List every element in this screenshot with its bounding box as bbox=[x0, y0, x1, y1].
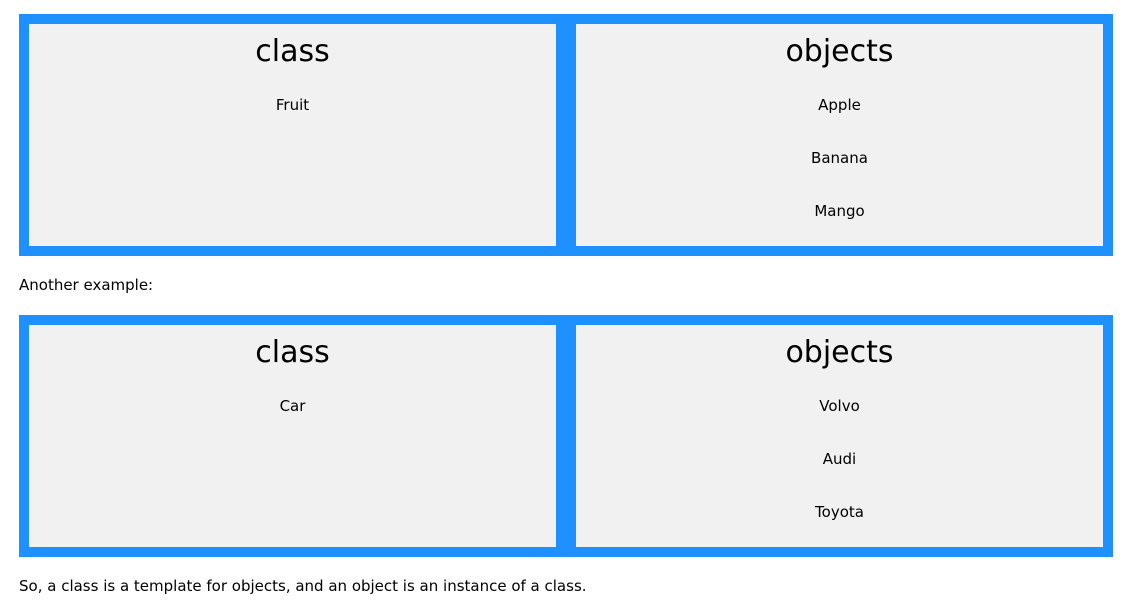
example-grid-car: class Car objects Volvo Audi Toyota bbox=[19, 315, 1113, 557]
object-item: Mango bbox=[814, 202, 865, 220]
object-item: Apple bbox=[818, 96, 861, 114]
object-item: Banana bbox=[811, 149, 868, 167]
object-item: Audi bbox=[822, 450, 857, 468]
another-example-text: Another example: bbox=[19, 276, 154, 294]
class-item: Fruit bbox=[275, 96, 310, 114]
class-panel: class Fruit bbox=[29, 24, 556, 246]
class-heading: class bbox=[255, 335, 330, 370]
class-panel: class Car bbox=[29, 325, 556, 547]
summary-text: So, a class is a template for objects, a… bbox=[19, 577, 587, 595]
objects-heading: objects bbox=[785, 34, 894, 69]
objects-panel: objects Volvo Audi Toyota bbox=[576, 325, 1103, 547]
class-heading: class bbox=[255, 34, 330, 69]
objects-panel: objects Apple Banana Mango bbox=[576, 24, 1103, 246]
class-item: Car bbox=[279, 397, 306, 415]
object-item: Toyota bbox=[815, 503, 864, 521]
object-item: Volvo bbox=[819, 397, 860, 415]
example-grid-fruit: class Fruit objects Apple Banana Mango bbox=[19, 14, 1113, 256]
objects-heading: objects bbox=[785, 335, 894, 370]
